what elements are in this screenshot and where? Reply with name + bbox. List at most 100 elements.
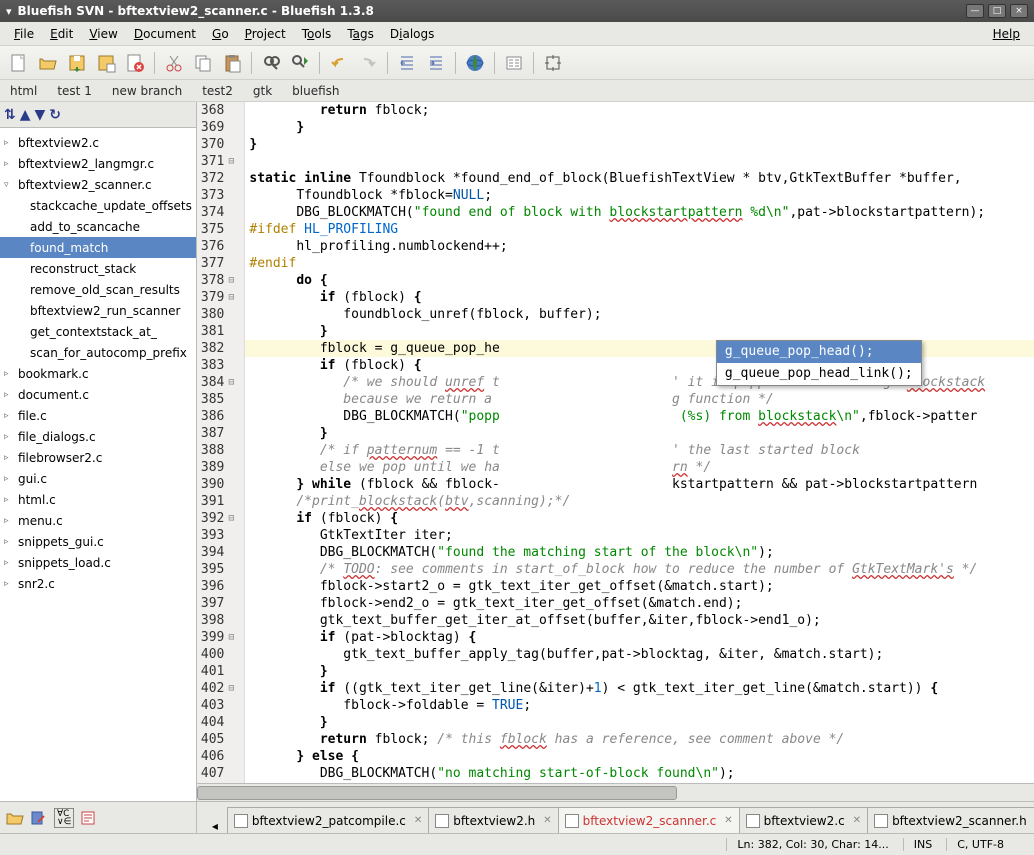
code-line[interactable]: } while (fblock && fblock- kstartpattern… <box>245 476 1034 493</box>
unindent-button[interactable] <box>394 50 420 76</box>
menu-project[interactable]: Project <box>237 25 294 43</box>
editor-tab[interactable]: bftextview2_patcompile.c✕ <box>227 807 429 833</box>
code-line[interactable]: Tfoundblock *fblock=NULL; <box>245 187 1034 204</box>
fullscreen-button[interactable] <box>540 50 566 76</box>
tab-scroll-left[interactable]: ◂ <box>203 819 227 833</box>
tree-function-item[interactable]: remove_old_scan_results <box>0 279 196 300</box>
tree-function-item[interactable]: scan_for_autocomp_prefix <box>0 342 196 363</box>
doc-tab-0[interactable]: html <box>6 82 41 100</box>
code-line[interactable]: because we return a g function */ <box>245 391 1034 408</box>
new-file-button[interactable] <box>6 50 32 76</box>
code-line[interactable]: else we pop until we ha rn */ <box>245 459 1034 476</box>
code-line[interactable]: fblock->foldable = TRUE; <box>245 697 1034 714</box>
refresh-icon[interactable]: ↻ <box>49 107 61 123</box>
code-line[interactable]: } <box>245 714 1034 731</box>
minimize-button[interactable]: — <box>966 4 984 18</box>
code-line[interactable]: foundblock_unref(fblock, buffer); <box>245 306 1034 323</box>
tree-item[interactable]: ▹bftextview2.c <box>0 132 196 153</box>
paste-button[interactable] <box>219 50 245 76</box>
code-line[interactable]: /* TODO: see comments in start_of_block … <box>245 561 1034 578</box>
menu-edit[interactable]: Edit <box>42 25 81 43</box>
doc-tab-2[interactable]: new branch <box>108 82 186 100</box>
code-line[interactable]: } <box>245 119 1034 136</box>
expand-icon[interactable]: ▹ <box>4 138 16 148</box>
tree-item[interactable]: ▹html.c <box>0 489 196 510</box>
code-line[interactable]: GtkTextIter iter; <box>245 527 1034 544</box>
expand-icon[interactable]: ▹ <box>4 579 16 589</box>
expand-icon[interactable]: ▹ <box>4 474 16 484</box>
code-line[interactable]: static inline Tfoundblock *found_end_of_… <box>245 170 1034 187</box>
window-menu-icon[interactable]: ▾ <box>6 5 12 18</box>
expand-icon[interactable]: ▹ <box>4 411 16 421</box>
code-line[interactable]: fblock->end2_o = gtk_text_iter_get_offse… <box>245 595 1034 612</box>
code-line[interactable]: if (pat->blocktag) { <box>245 629 1034 646</box>
code-line[interactable]: #endif <box>245 255 1034 272</box>
tree-item[interactable]: ▹file.c <box>0 405 196 426</box>
expand-icon[interactable]: ▹ <box>4 390 16 400</box>
code-line[interactable]: DBG_BLOCKMATCH("found end of block with … <box>245 204 1034 221</box>
folder-tab-icon[interactable] <box>6 810 24 826</box>
tree-function-item[interactable]: add_to_scancache <box>0 216 196 237</box>
code-line[interactable]: /*print_blockstack(btv,scanning);*/ <box>245 493 1034 510</box>
menu-help[interactable]: Help <box>985 25 1028 43</box>
tree-function-item[interactable]: reconstruct_stack <box>0 258 196 279</box>
code-line[interactable]: DBG_BLOCKMATCH("no matching start-of-blo… <box>245 765 1034 782</box>
expand-icon[interactable]: ▹ <box>4 558 16 568</box>
copy-button[interactable] <box>190 50 216 76</box>
horizontal-scrollbar[interactable] <box>197 783 1034 801</box>
find-button[interactable] <box>258 50 284 76</box>
menu-document[interactable]: Document <box>126 25 204 43</box>
tree-function-item[interactable]: bftextview2_run_scanner <box>0 300 196 321</box>
maximize-button[interactable]: □ <box>988 4 1006 18</box>
menu-file[interactable]: File <box>6 25 42 43</box>
code-line[interactable]: gtk_text_buffer_apply_tag(buffer,pat->bl… <box>245 646 1034 663</box>
editor-tab[interactable]: bftextview2_scanner.h✕ <box>867 807 1034 833</box>
code-line[interactable]: gtk_text_buffer_get_iter_at_offset(buffe… <box>245 612 1034 629</box>
tree-item[interactable]: ▹snr2.c <box>0 573 196 594</box>
tree-item[interactable]: ▹gui.c <box>0 468 196 489</box>
sort-icon[interactable]: ⇅ <box>4 107 16 123</box>
up-icon[interactable]: ▲ <box>20 107 31 123</box>
tree-item[interactable]: ▹document.c <box>0 384 196 405</box>
expand-icon[interactable]: ▹ <box>4 159 16 169</box>
editor-tab[interactable]: bftextview2_scanner.c✕ <box>558 807 740 833</box>
find-replace-button[interactable] <box>287 50 313 76</box>
tree-item[interactable]: ▿bftextview2_scanner.c <box>0 174 196 195</box>
tree-item[interactable]: ▹bookmark.c <box>0 363 196 384</box>
expand-icon[interactable]: ▹ <box>4 369 16 379</box>
code-line[interactable]: if ((gtk_text_iter_get_line(&iter)+1) < … <box>245 680 1034 697</box>
doc-tab-5[interactable]: bluefish <box>288 82 343 100</box>
doc-tab-3[interactable]: test2 <box>198 82 237 100</box>
expand-icon[interactable]: ▹ <box>4 432 16 442</box>
autocomplete-popup[interactable]: g_queue_pop_head();g_queue_pop_head_link… <box>716 340 922 386</box>
autocomplete-item[interactable]: g_queue_pop_head(); <box>717 341 921 363</box>
collapse-icon[interactable]: ▿ <box>4 180 16 190</box>
save-button[interactable] <box>64 50 90 76</box>
expand-icon[interactable]: ▹ <box>4 516 16 526</box>
file-tree[interactable]: ▹bftextview2.c▹bftextview2_langmgr.c▿bft… <box>0 128 196 801</box>
code-line[interactable]: DBG_BLOCKMATCH("found the matching start… <box>245 544 1034 561</box>
code-line[interactable]: do { <box>245 272 1034 289</box>
code-line[interactable]: } else { <box>245 748 1034 765</box>
cut-button[interactable] <box>161 50 187 76</box>
code-line[interactable]: } <box>245 663 1034 680</box>
indent-button[interactable] <box>423 50 449 76</box>
code-line[interactable]: return fblock; /* this fblock has a refe… <box>245 731 1034 748</box>
tree-item[interactable]: ▹bftextview2_langmgr.c <box>0 153 196 174</box>
redo-button[interactable] <box>355 50 381 76</box>
editor-tab[interactable]: bftextview2.c✕ <box>739 807 868 833</box>
code-line[interactable]: } <box>245 136 1034 153</box>
code-area[interactable]: return fblock; }} static inline Tfoundblo… <box>245 102 1034 783</box>
menu-tools[interactable]: Tools <box>294 25 340 43</box>
bookmark-tab-icon[interactable] <box>30 810 48 826</box>
snippets-tab-icon[interactable] <box>80 810 98 826</box>
code-line[interactable]: #ifdef HL_PROFILING <box>245 221 1034 238</box>
tree-function-item[interactable]: found_match <box>0 237 196 258</box>
expand-icon[interactable]: ▹ <box>4 537 16 547</box>
menu-dialogs[interactable]: Dialogs <box>382 25 443 43</box>
menu-view[interactable]: View <box>81 25 125 43</box>
code-line[interactable]: return fblock; <box>245 102 1034 119</box>
tree-function-item[interactable]: stackcache_update_offsets <box>0 195 196 216</box>
code-line[interactable]: } <box>245 425 1034 442</box>
code-line[interactable]: DBG_BLOCKMATCH("popp (%s) from blockstac… <box>245 408 1034 425</box>
